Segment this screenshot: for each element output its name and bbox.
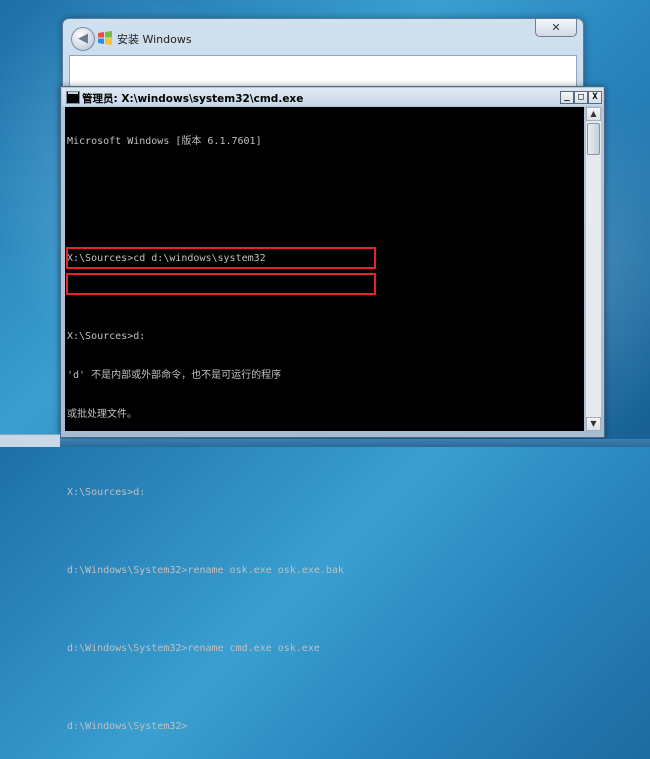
highlight-box-rename-osk [66,247,376,269]
maximize-button[interactable]: □ [574,91,588,104]
minimize-button[interactable]: _ [560,91,574,104]
scroll-down-arrow-icon[interactable]: ▼ [586,417,601,431]
setup-close-button[interactable]: ✕ [535,19,577,37]
console-line-rename-osk: d:\Windows\System32>rename osk.exe osk.e… [67,565,344,576]
console-line: X:\Sources>d: [67,487,146,498]
close-button[interactable]: X [588,91,602,104]
cmd-window: 管理员: X:\windows\system32\cmd.exe _ □ X M… [60,86,605,732]
console-icon[interactable] [66,91,80,104]
taskbar-left-region [0,434,60,447]
console-line: 'd' 不是内部或外部命令，也不是可运行的程序 [67,370,282,381]
console-output[interactable]: Microsoft Windows [版本 6.1.7601] X:\Sourc… [65,107,584,732]
vertical-scrollbar[interactable]: ▲ ▼ [585,107,601,431]
taskbar [0,439,650,447]
console-line: X:\Sources>d: [67,331,146,342]
back-arrow-icon[interactable]: ◀ [71,27,95,51]
console-prompt: d:\Windows\System32> [67,721,188,732]
setup-window-title: 安装 Windows [117,33,192,46]
scrollbar-thumb[interactable] [587,123,600,155]
console-line: Microsoft Windows [版本 6.1.7601] [67,136,262,147]
console-line-rename-cmd: d:\Windows\System32>rename cmd.exe osk.e… [67,643,320,654]
scroll-up-arrow-icon[interactable]: ▲ [586,107,601,121]
console-line: 或批处理文件。 [67,409,137,420]
console-text: Microsoft Windows [版本 6.1.7601] X:\Sourc… [67,109,344,759]
cmd-titlebar[interactable]: 管理员: X:\windows\system32\cmd.exe _ □ X [62,88,603,106]
highlight-box-rename-cmd [66,273,376,295]
windows-flag-icon [98,31,112,45]
cmd-window-title: 管理员: X:\windows\system32\cmd.exe [82,93,304,105]
